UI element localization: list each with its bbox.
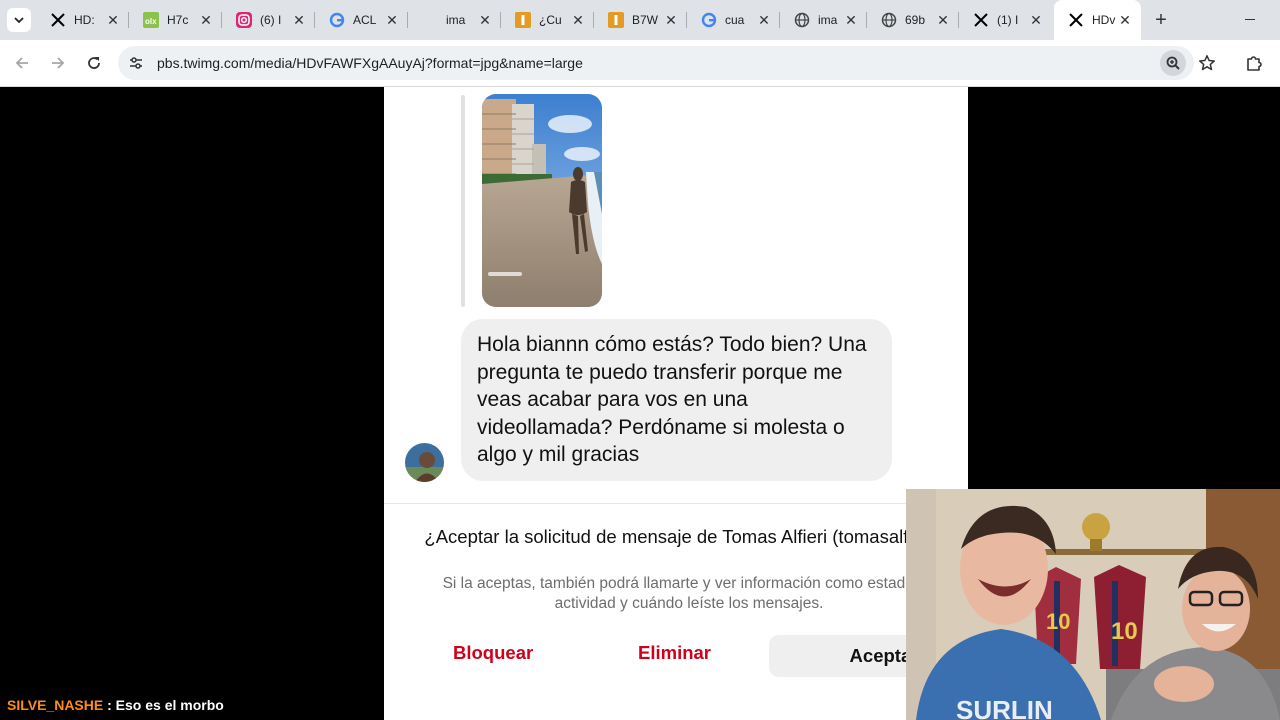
chat-username: SILVE_NASHE xyxy=(7,697,104,713)
dm-screenshot: Hola biannn cómo estás? Todo bien? Una p… xyxy=(384,87,968,720)
stream-chat-message: SILVE_NASHE : Eso es el morbo xyxy=(7,697,224,713)
tab-10[interactable]: 69b ✕ xyxy=(867,0,959,40)
address-bar[interactable]: pbs.twimg.com/media/HDvFAWFXgAAuyAj?form… xyxy=(118,46,1215,80)
x-logo-icon xyxy=(1068,12,1084,28)
tab-12-active[interactable]: HDv ✕ xyxy=(1054,0,1141,40)
tab-title: (6) I xyxy=(260,13,282,27)
svg-text:SURLIN: SURLIN xyxy=(956,695,1053,720)
tab-title: B7W xyxy=(632,13,659,27)
tab-4[interactable]: ACL ✕ xyxy=(315,0,408,40)
tab-6[interactable]: ¿Cu ✕ xyxy=(501,0,594,40)
webcam-video-image: 10 10 SURLIN xyxy=(906,489,1280,720)
minimize-button[interactable] xyxy=(1240,10,1260,30)
blank-icon xyxy=(422,12,438,28)
tab-title: ima xyxy=(446,13,466,27)
tab-title: ima xyxy=(818,13,838,27)
sender-avatar[interactable] xyxy=(405,443,444,482)
reply-indicator-bar xyxy=(461,95,465,307)
chat-separator: : xyxy=(103,697,116,713)
imgur-icon xyxy=(515,12,531,28)
close-tab-icon[interactable]: ✕ xyxy=(198,12,214,28)
image-viewport: Hola biannn cómo estás? Todo bien? Una p… xyxy=(0,87,1280,720)
site-info-icon[interactable] xyxy=(127,54,145,72)
arrow-right-icon xyxy=(52,57,65,69)
tab-title: 69b xyxy=(905,13,926,27)
close-tab-icon[interactable]: ✕ xyxy=(570,12,586,28)
bookmark-star-icon[interactable] xyxy=(1194,50,1220,76)
tab-title: ¿Cu xyxy=(539,13,562,27)
tab-5[interactable]: ima ✕ xyxy=(408,0,501,40)
tab-title: HD: xyxy=(74,13,95,27)
shared-photo-thumbnail[interactable] xyxy=(482,94,602,307)
tab-1[interactable]: HD: ✕ xyxy=(36,0,129,40)
imgur-icon xyxy=(608,12,624,28)
olx-icon: olx xyxy=(143,12,159,28)
reload-button[interactable] xyxy=(83,52,105,74)
tab-title: HDv xyxy=(1092,13,1116,27)
google-icon xyxy=(329,12,345,28)
block-button[interactable]: Bloquear xyxy=(453,642,533,664)
request-subtitle: Si la aceptas, también podrá llamarte y … xyxy=(442,575,936,612)
browser-toolbar: pbs.twimg.com/media/HDvFAWFXgAAuyAj?form… xyxy=(0,40,1280,87)
close-tab-icon[interactable]: ✕ xyxy=(1117,12,1133,28)
chat-text: Eso es el morbo xyxy=(115,697,224,713)
message-text: Hola biannn cómo estás? Todo bien? Una p… xyxy=(477,333,867,466)
tab-8[interactable]: cua ✕ xyxy=(687,0,780,40)
close-tab-icon[interactable]: ✕ xyxy=(477,12,493,28)
tab-title: (1) I xyxy=(997,13,1019,27)
extensions-puzzle-icon[interactable] xyxy=(1242,51,1266,75)
tab-9[interactable]: ima ✕ xyxy=(780,0,867,40)
message-bubble[interactable]: Hola biannn cómo estás? Todo bien? Una p… xyxy=(461,319,892,481)
tab-2[interactable]: olx H7c ✕ xyxy=(129,0,222,40)
new-tab-button[interactable]: + xyxy=(1150,9,1172,31)
tab-title: H7c xyxy=(167,13,189,27)
x-logo-icon xyxy=(50,12,66,28)
url-text[interactable]: pbs.twimg.com/media/HDvFAWFXgAAuyAj?form… xyxy=(157,55,583,71)
back-button[interactable] xyxy=(11,52,33,74)
tab-11[interactable]: (1) I ✕ xyxy=(959,0,1052,40)
close-tab-icon[interactable]: ✕ xyxy=(291,12,307,28)
svg-text:olx: olx xyxy=(145,17,157,26)
request-title: ¿Aceptar la solicitud de mensaje de Toma… xyxy=(424,526,954,547)
arrow-left-icon xyxy=(15,57,28,69)
svg-text:10: 10 xyxy=(1046,609,1070,634)
avatar-image xyxy=(405,443,444,482)
zoom-icon[interactable] xyxy=(1160,50,1186,76)
close-tab-icon[interactable]: ✕ xyxy=(935,12,951,28)
tab-strip: HD: ✕ olx H7c ✕ (6) I ✕ ACL ✕ ima ✕ ¿Cu … xyxy=(0,0,1280,40)
tab-3[interactable]: (6) I ✕ xyxy=(222,0,315,40)
reload-icon xyxy=(88,57,100,69)
instagram-icon xyxy=(236,12,252,28)
svg-text:10: 10 xyxy=(1111,618,1138,645)
webcam-overlay: 10 10 SURLIN xyxy=(906,489,1280,720)
tab-title: cua xyxy=(725,13,745,27)
close-tab-icon[interactable]: ✕ xyxy=(1028,12,1044,28)
globe-icon xyxy=(881,12,897,28)
close-tab-icon[interactable]: ✕ xyxy=(843,12,859,28)
google-icon xyxy=(701,12,717,28)
tab-title: ACL xyxy=(353,13,377,27)
delete-button[interactable]: Eliminar xyxy=(638,642,711,664)
section-divider xyxy=(384,503,968,504)
beach-photo-image xyxy=(482,94,602,307)
x-logo-icon xyxy=(973,12,989,28)
forward-button[interactable] xyxy=(47,52,69,74)
close-tab-icon[interactable]: ✕ xyxy=(756,12,772,28)
globe-icon xyxy=(794,12,810,28)
close-tab-icon[interactable]: ✕ xyxy=(663,12,679,28)
close-tab-icon[interactable]: ✕ xyxy=(384,12,400,28)
close-tab-icon[interactable]: ✕ xyxy=(105,12,121,28)
tab-search-button[interactable] xyxy=(7,8,31,32)
chevron-down-icon xyxy=(14,17,24,24)
tab-7[interactable]: B7W ✕ xyxy=(594,0,687,40)
